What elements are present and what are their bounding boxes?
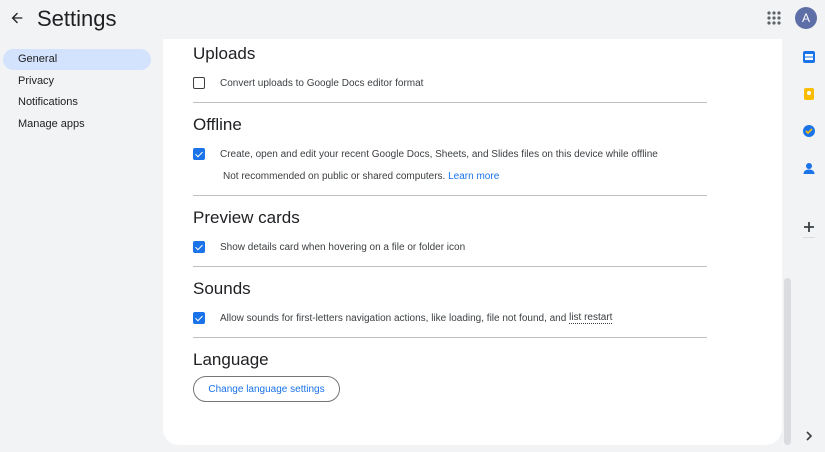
tasks-icon[interactable] — [802, 124, 816, 138]
convert-uploads-label: Convert uploads to Google Docs editor fo… — [220, 77, 424, 89]
avatar[interactable]: A — [795, 7, 817, 29]
contacts-icon[interactable] — [802, 161, 816, 175]
nav-item-manage-apps[interactable]: Manage apps — [0, 114, 151, 135]
divider — [193, 102, 707, 103]
offline-label: Create, open and edit your recent Google… — [220, 148, 658, 160]
divider — [193, 195, 707, 196]
apps-grid-icon[interactable] — [764, 8, 784, 28]
side-panel-rail — [792, 39, 825, 452]
sounds-option-row: Allow sounds for first-letters navigatio… — [193, 312, 613, 324]
nav-item-notifications[interactable]: Notifications — [0, 92, 151, 113]
uploads-heading: Uploads — [193, 44, 256, 63]
offline-heading: Offline — [193, 115, 242, 134]
chevron-right-icon[interactable] — [802, 429, 816, 443]
sounds-heading: Sounds — [193, 279, 251, 298]
language-heading: Language — [193, 350, 269, 369]
nav-item-general[interactable]: General — [3, 49, 151, 70]
preview-cards-heading: Preview cards — [193, 208, 300, 227]
top-bar: Settings A — [0, 0, 825, 38]
change-language-button[interactable]: Change language settings — [193, 376, 340, 402]
sheets-icon[interactable] — [802, 50, 816, 64]
nav-item-privacy[interactable]: Privacy — [0, 71, 151, 92]
settings-panel: Uploads Convert uploads to Google Docs e… — [163, 39, 782, 445]
divider — [193, 337, 707, 338]
offline-note-text: Not recommended on public or shared comp… — [223, 171, 446, 182]
scrollbar-thumb[interactable] — [784, 278, 791, 445]
add-icon[interactable] — [802, 220, 816, 234]
divider — [193, 266, 707, 267]
preview-cards-label: Show details card when hovering on a fil… — [220, 241, 466, 253]
learn-more-link[interactable]: Learn more — [448, 171, 499, 182]
keep-icon[interactable] — [802, 87, 816, 101]
back-arrow-icon[interactable] — [6, 7, 28, 29]
preview-cards-checkbox[interactable] — [193, 241, 205, 253]
sounds-checkbox[interactable] — [193, 312, 205, 324]
list-restart-link[interactable]: list restart — [569, 312, 613, 324]
uploads-option-row: Convert uploads to Google Docs editor fo… — [193, 77, 423, 89]
page-title: Settings — [37, 6, 117, 31]
rail-divider — [803, 237, 815, 238]
offline-note: Not recommended on public or shared comp… — [223, 171, 499, 182]
offline-option-row: Create, open and edit your recent Google… — [193, 148, 658, 160]
convert-uploads-checkbox[interactable] — [193, 77, 205, 89]
settings-nav: General Privacy Notifications Manage app… — [0, 49, 151, 135]
sounds-label: Allow sounds for first-letters navigatio… — [220, 312, 567, 324]
offline-checkbox[interactable] — [193, 148, 205, 160]
preview-cards-option-row: Show details card when hovering on a fil… — [193, 241, 465, 253]
